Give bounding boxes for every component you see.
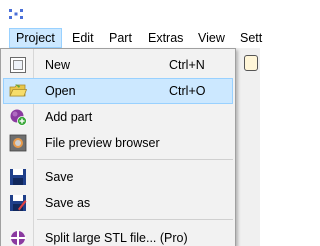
menu-settings[interactable]: Sett [234, 28, 268, 48]
menu-item-shortcut: Ctrl+N [169, 58, 205, 72]
menu-item-label: Split large STL file... (Pro) [45, 231, 188, 245]
menu-item-file-preview-browser[interactable]: File preview browser [3, 130, 233, 156]
add-part-icon [10, 109, 27, 126]
menu-item-label: Save as [45, 196, 91, 210]
save-disk-icon [10, 169, 26, 185]
project-menu-dropdown: New Ctrl+N Open Ctrl+O Add part File pre… [0, 48, 236, 246]
toolbar-button[interactable] [244, 55, 258, 71]
menu-item-label: New [45, 58, 71, 72]
menu-item-shortcut: Ctrl+O [169, 84, 206, 98]
new-page-icon [10, 57, 26, 73]
menu-item-save[interactable]: Save [3, 164, 233, 190]
menu-item-label: Save [45, 170, 74, 184]
menu-item-add-part[interactable]: Add part [3, 104, 233, 130]
menu-separator [37, 219, 233, 220]
menu-item-label: File preview browser [45, 136, 160, 150]
menu-item-split-stl[interactable]: Split large STL file... (Pro) [3, 225, 233, 246]
split-stl-icon [10, 230, 26, 246]
menu-part[interactable]: Part [103, 28, 138, 48]
file-preview-icon [9, 134, 27, 152]
open-folder-icon [9, 84, 27, 97]
menu-extras[interactable]: Extras [142, 28, 189, 48]
menu-edit[interactable]: Edit [66, 28, 100, 48]
menu-separator [37, 159, 233, 160]
save-as-disk-icon [10, 195, 27, 211]
workspace-area [236, 48, 260, 246]
menu-item-label: Add part [45, 110, 93, 124]
menu-bar: Project Edit Part Extras View Sett [0, 28, 262, 48]
menu-item-label: Open [45, 84, 76, 98]
menu-item-save-as[interactable]: Save as [3, 190, 233, 216]
title-strip [0, 0, 260, 28]
menu-item-open[interactable]: Open Ctrl+O [3, 78, 233, 104]
app-logo-icon [9, 9, 23, 19]
menu-item-new[interactable]: New Ctrl+N [3, 52, 233, 78]
menu-view[interactable]: View [192, 28, 231, 48]
menu-project[interactable]: Project [9, 28, 62, 48]
